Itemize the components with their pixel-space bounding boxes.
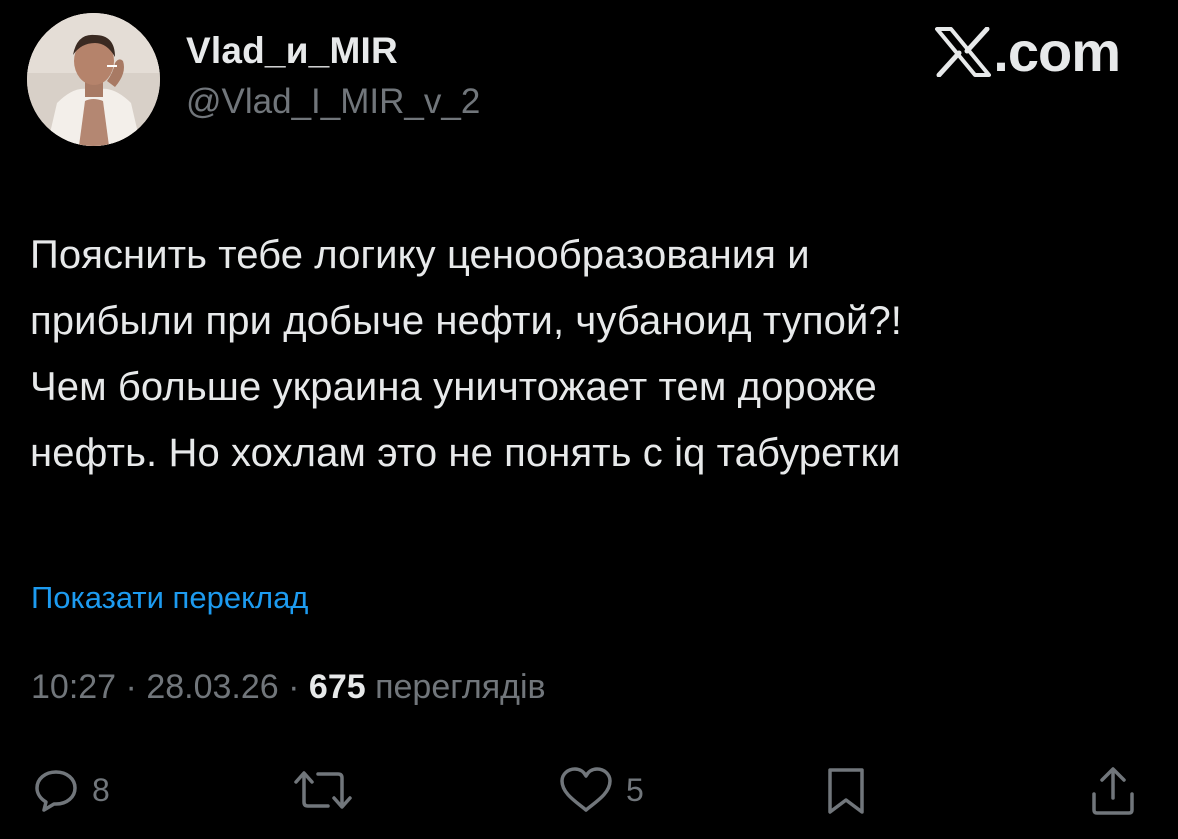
views-count: 675	[308, 668, 366, 706]
author-display-name[interactable]: Vlad_и_MIR	[186, 30, 398, 72]
share-icon	[1092, 767, 1134, 815]
tweet-time[interactable]: 10:27	[31, 668, 116, 706]
share-button[interactable]	[1090, 766, 1136, 816]
like-button[interactable]: 5	[558, 766, 644, 814]
meta-separator: ·	[125, 668, 137, 706]
tweet-meta: 10:27 · 28.03.26 · 675 переглядів	[31, 668, 546, 707]
heart-icon	[560, 767, 612, 812]
meta-separator: ·	[288, 668, 300, 706]
profile-photo	[27, 13, 160, 146]
x-logo-icon	[935, 27, 992, 77]
repost-icon	[294, 771, 352, 809]
brand-label: .com	[993, 20, 1121, 83]
show-translation-link[interactable]: Показати переклад	[31, 580, 308, 616]
reply-button[interactable]: 8	[32, 766, 110, 814]
brand-watermark: .com	[935, 20, 1121, 83]
reply-icon	[35, 770, 77, 812]
bookmark-icon	[828, 768, 864, 814]
views-label: переглядів	[375, 668, 546, 706]
bookmark-button[interactable]	[824, 766, 868, 816]
action-bar: 8 5	[0, 760, 1178, 830]
tweet-text: Пояснить тебе логику ценообразования и п…	[30, 233, 903, 475]
author-avatar[interactable]	[27, 13, 160, 146]
reply-count: 8	[92, 771, 110, 808]
repost-button[interactable]	[290, 766, 356, 814]
author-handle[interactable]: @Vlad_I_MIR_v_2	[186, 82, 480, 122]
tweet-date[interactable]: 28.03.26	[146, 668, 278, 706]
like-count: 5	[626, 771, 644, 808]
